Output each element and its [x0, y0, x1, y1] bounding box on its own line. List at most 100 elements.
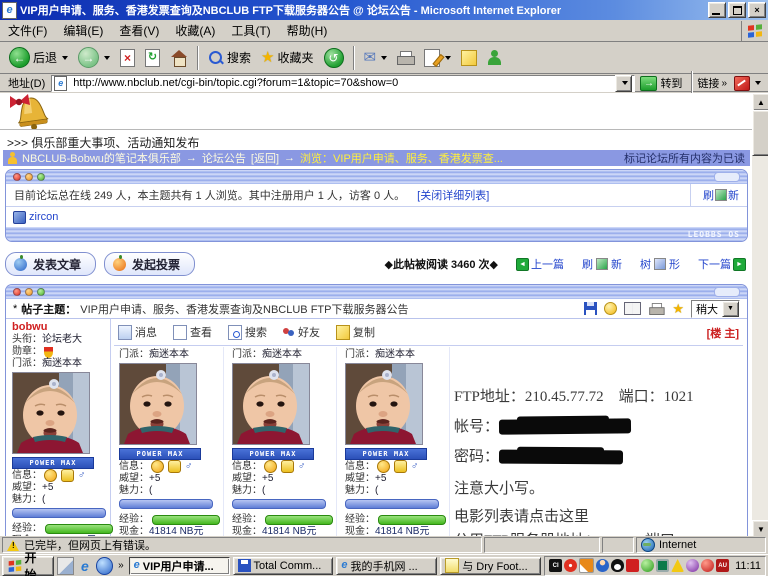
quicklaunch-desktop-icon[interactable]	[57, 557, 74, 575]
tray-monitor-icon[interactable]	[656, 559, 669, 572]
mark-all-read-link[interactable]: 标记论坛所有内容为已读	[624, 150, 745, 166]
smiley-icon[interactable]	[264, 460, 277, 473]
back-button[interactable]: ← 后退	[4, 44, 73, 71]
go-button[interactable]: → 转到	[635, 72, 687, 94]
new-post-button[interactable]: 发表文章	[5, 252, 96, 276]
menu-file[interactable]: 文件(F)	[0, 20, 55, 41]
tray-flower-icon[interactable]	[564, 559, 577, 572]
tray-warning-icon[interactable]	[671, 559, 684, 572]
address-dropdown-button[interactable]	[615, 75, 632, 92]
save-topic-icon[interactable]	[584, 302, 597, 315]
close-detail-list-link[interactable]: [关闭详细列表]	[417, 187, 489, 203]
tray-badge-icon[interactable]	[701, 559, 714, 572]
menu-edit[interactable]: 编辑(E)	[55, 20, 111, 41]
add-friend-button[interactable]: 好友	[283, 324, 320, 340]
message-button[interactable]: 消息	[118, 324, 157, 340]
breadcrumb-site[interactable]: NBCLUB-Bobwu的笔记本俱乐部	[22, 150, 181, 166]
breadcrumb-forum[interactable]: 论坛公告	[202, 150, 246, 166]
tray-qq-icon[interactable]	[611, 559, 624, 572]
refresh-button[interactable]: ↻	[140, 46, 165, 70]
task-ie-mobile[interactable]: e 我的手机网 ...	[336, 557, 437, 575]
reading-mode-icon[interactable]	[624, 302, 641, 315]
search-button[interactable]: 搜索	[203, 46, 256, 69]
task-ie-vip[interactable]: e VIP用户申请...	[129, 557, 230, 575]
address-input[interactable]: e http://www.nbclub.net/cgi-bin/topic.cg…	[51, 75, 635, 92]
menu-view[interactable]: 查看(V)	[111, 20, 167, 41]
online-user-link[interactable]: zircon	[29, 211, 58, 223]
home-button[interactable]	[165, 47, 193, 69]
info-label: 信息：	[12, 470, 42, 482]
stop-button[interactable]: ×	[115, 46, 140, 70]
exp-bar	[152, 515, 220, 525]
task-dry-foot[interactable]: 与 Dry Foot...	[440, 557, 541, 575]
menu-tools[interactable]: 工具(T)	[223, 20, 278, 41]
total-commander-icon	[238, 559, 251, 572]
new-poll-button[interactable]: 发起投票	[104, 252, 195, 276]
tray-au-icon[interactable]: AU	[716, 559, 729, 572]
next-topic-link[interactable]: 下一篇 ►	[698, 256, 746, 272]
minimize-button[interactable]	[708, 2, 726, 18]
mail-button[interactable]: ✉	[359, 47, 393, 68]
tray-green-icon[interactable]	[641, 559, 654, 572]
face-icon[interactable]	[168, 460, 181, 473]
select-dropdown-icon[interactable]: ▼	[722, 301, 739, 317]
quicklaunch-ie-icon[interactable]: e	[77, 558, 92, 574]
quicklaunch-chevron-icon[interactable]: »	[116, 560, 126, 571]
movie-list-link[interactable]: 电影列表请点击这里	[454, 505, 589, 526]
font-size-select[interactable]: 稍大 ▼	[691, 300, 740, 318]
report-icon[interactable]	[604, 302, 617, 315]
search-posts-button[interactable]: 搜索	[228, 324, 267, 340]
exp-label: 经验：	[12, 523, 42, 535]
breadcrumb-return-link[interactable]: [返回]	[251, 150, 279, 166]
refresh-text: 刷	[582, 256, 593, 272]
print-button[interactable]	[392, 48, 419, 68]
password-label: 密码：	[454, 449, 499, 465]
links-chevron-icon[interactable]: »	[719, 78, 729, 89]
author-name-link[interactable]: bobwu	[12, 321, 114, 334]
scroll-down-button[interactable]: ▼	[752, 520, 768, 536]
close-button[interactable]: ×	[748, 2, 766, 18]
status-empty-pane	[602, 537, 634, 553]
face-icon[interactable]	[61, 469, 74, 482]
messenger-icon	[487, 50, 501, 66]
tree-mode-link[interactable]: 树形	[640, 256, 680, 272]
favorite-topic-icon[interactable]: ★	[672, 302, 684, 315]
scroll-up-button[interactable]: ▲	[752, 93, 768, 111]
smiley-icon[interactable]	[377, 460, 390, 473]
task-total-commander[interactable]: Total Comm...	[233, 557, 334, 575]
menu-help[interactable]: 帮助(H)	[279, 20, 336, 41]
copy-button[interactable]: 复制	[336, 324, 375, 340]
links-label[interactable]: 链接	[697, 75, 719, 91]
menu-favorites[interactable]: 收藏(A)	[167, 20, 223, 41]
edit-button[interactable]	[419, 46, 456, 70]
face-icon[interactable]	[281, 460, 294, 473]
notepad-icon	[445, 558, 459, 573]
refresh-link[interactable]: 刷新	[690, 184, 739, 206]
smiley-icon[interactable]	[151, 460, 164, 473]
tray-pen-icon[interactable]	[579, 558, 594, 573]
messenger-button[interactable]	[482, 47, 506, 69]
smiley-icon[interactable]	[44, 469, 57, 482]
face-icon[interactable]	[394, 460, 407, 473]
scroll-thumb[interactable]	[752, 110, 768, 156]
view-profile-button[interactable]: 查看	[173, 324, 212, 340]
start-button[interactable]: 开始	[2, 556, 54, 576]
forward-button[interactable]: →	[73, 44, 115, 71]
addon-button[interactable]	[729, 73, 766, 94]
discuss-button[interactable]	[456, 47, 482, 69]
tray-ball-icon[interactable]	[686, 559, 699, 572]
tray-person-icon[interactable]	[596, 559, 609, 572]
favorites-button[interactable]: ★ 收藏夹	[256, 46, 318, 69]
restore-button[interactable]	[728, 2, 746, 18]
tray-ci-icon[interactable]: CI	[549, 559, 562, 572]
address-url[interactable]: http://www.nbclub.net/cgi-bin/topic.cgi?…	[73, 77, 612, 89]
tray-red-icon[interactable]	[626, 559, 639, 572]
vertical-scrollbar[interactable]: ▲ ▼	[752, 93, 768, 536]
clan-value: 痴迷本本	[375, 349, 415, 361]
quicklaunch-outlook-icon[interactable]	[96, 557, 113, 575]
refresh-topic-link[interactable]: 刷新	[582, 256, 622, 272]
print-topic-icon[interactable]	[650, 303, 664, 315]
favicon-glyph: e	[58, 79, 63, 88]
history-button[interactable]: ↺	[319, 45, 349, 71]
prev-topic-link[interactable]: ◄ 上一篇	[516, 256, 564, 272]
